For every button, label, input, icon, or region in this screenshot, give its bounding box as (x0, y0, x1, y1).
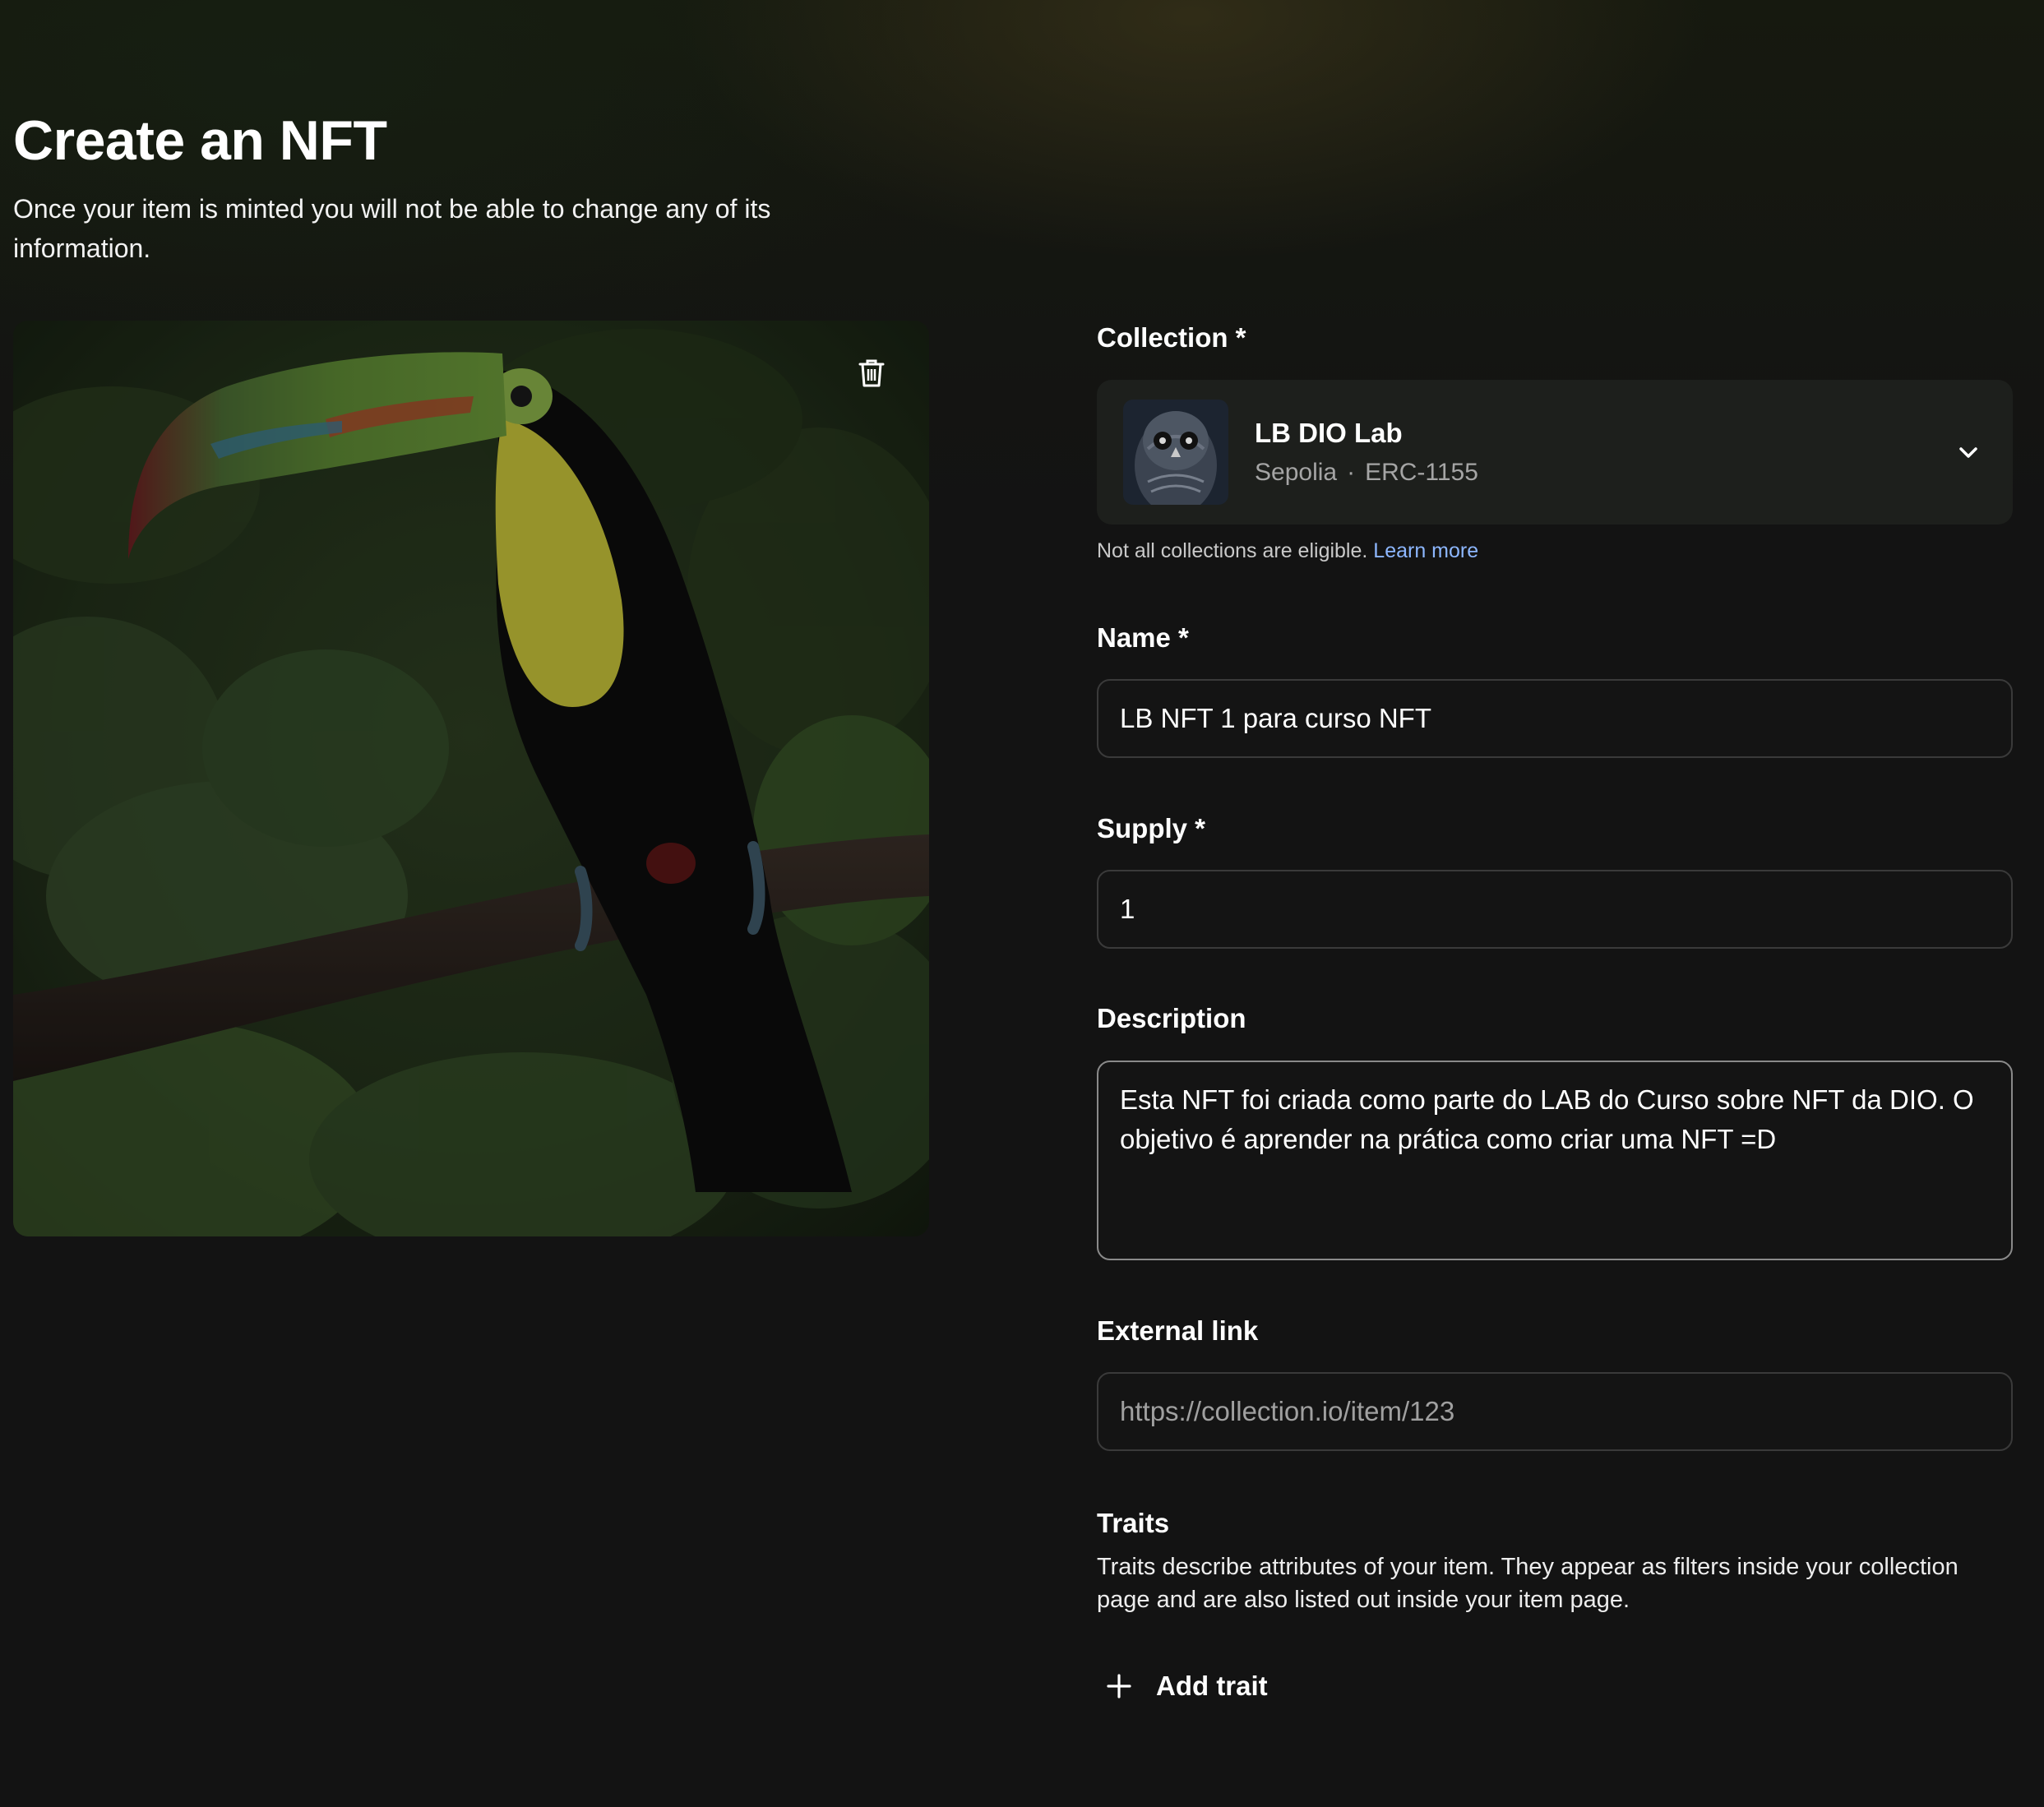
meta-separator: · (1347, 459, 1356, 486)
trash-icon (858, 359, 885, 387)
owl-avatar-icon (1123, 400, 1228, 505)
traits-label: Traits (1097, 1508, 1170, 1538)
collection-network: Sepolia (1255, 459, 1338, 486)
external-link-input[interactable]: https://collection.io/item/123 (1097, 1372, 2013, 1451)
plus-icon (1107, 1674, 1131, 1698)
delete-media-button[interactable] (849, 350, 895, 396)
collection-helper-text: Not all collections are eligible. (1097, 539, 1368, 562)
page-title: Create an NFT (13, 109, 387, 172)
collection-name: LB DIO Lab (1255, 418, 1403, 448)
chevron-down-icon (1959, 447, 1977, 458)
traits-description: Traits describe attributes of your item.… (1097, 1554, 1958, 1613)
add-trait-button[interactable]: Add trait (1105, 1671, 1268, 1702)
media-preview (13, 321, 929, 1236)
name-input[interactable]: LB NFT 1 para curso NFT (1097, 679, 2013, 758)
collection-standard: ERC-1155 (1365, 459, 1478, 486)
supply-label: Supply * (1097, 813, 1206, 843)
name-label: Name * (1097, 622, 1189, 653)
description-textarea[interactable]: Esta NFT foi criada como parte do LAB do… (1097, 1061, 2013, 1260)
page-subtitle: Once your item is minted you will not be… (13, 194, 771, 263)
external-link-label: External link (1097, 1315, 1259, 1346)
toucan-image (13, 321, 929, 1236)
add-trait-label: Add trait (1156, 1671, 1268, 1701)
collection-helper: Not all collections are eligible. Learn … (1097, 539, 1478, 563)
collection-select[interactable]: LB DIO Lab Sepolia · ERC-1155 (1097, 380, 2013, 525)
learn-more-link[interactable]: Learn more (1373, 539, 1478, 562)
collection-label: Collection * (1097, 322, 1246, 353)
collection-avatar (1123, 400, 1228, 505)
collection-meta: Sepolia · ERC-1155 (1255, 459, 1478, 487)
supply-input[interactable]: 1 (1097, 870, 2013, 949)
description-label: Description (1097, 1003, 1246, 1033)
